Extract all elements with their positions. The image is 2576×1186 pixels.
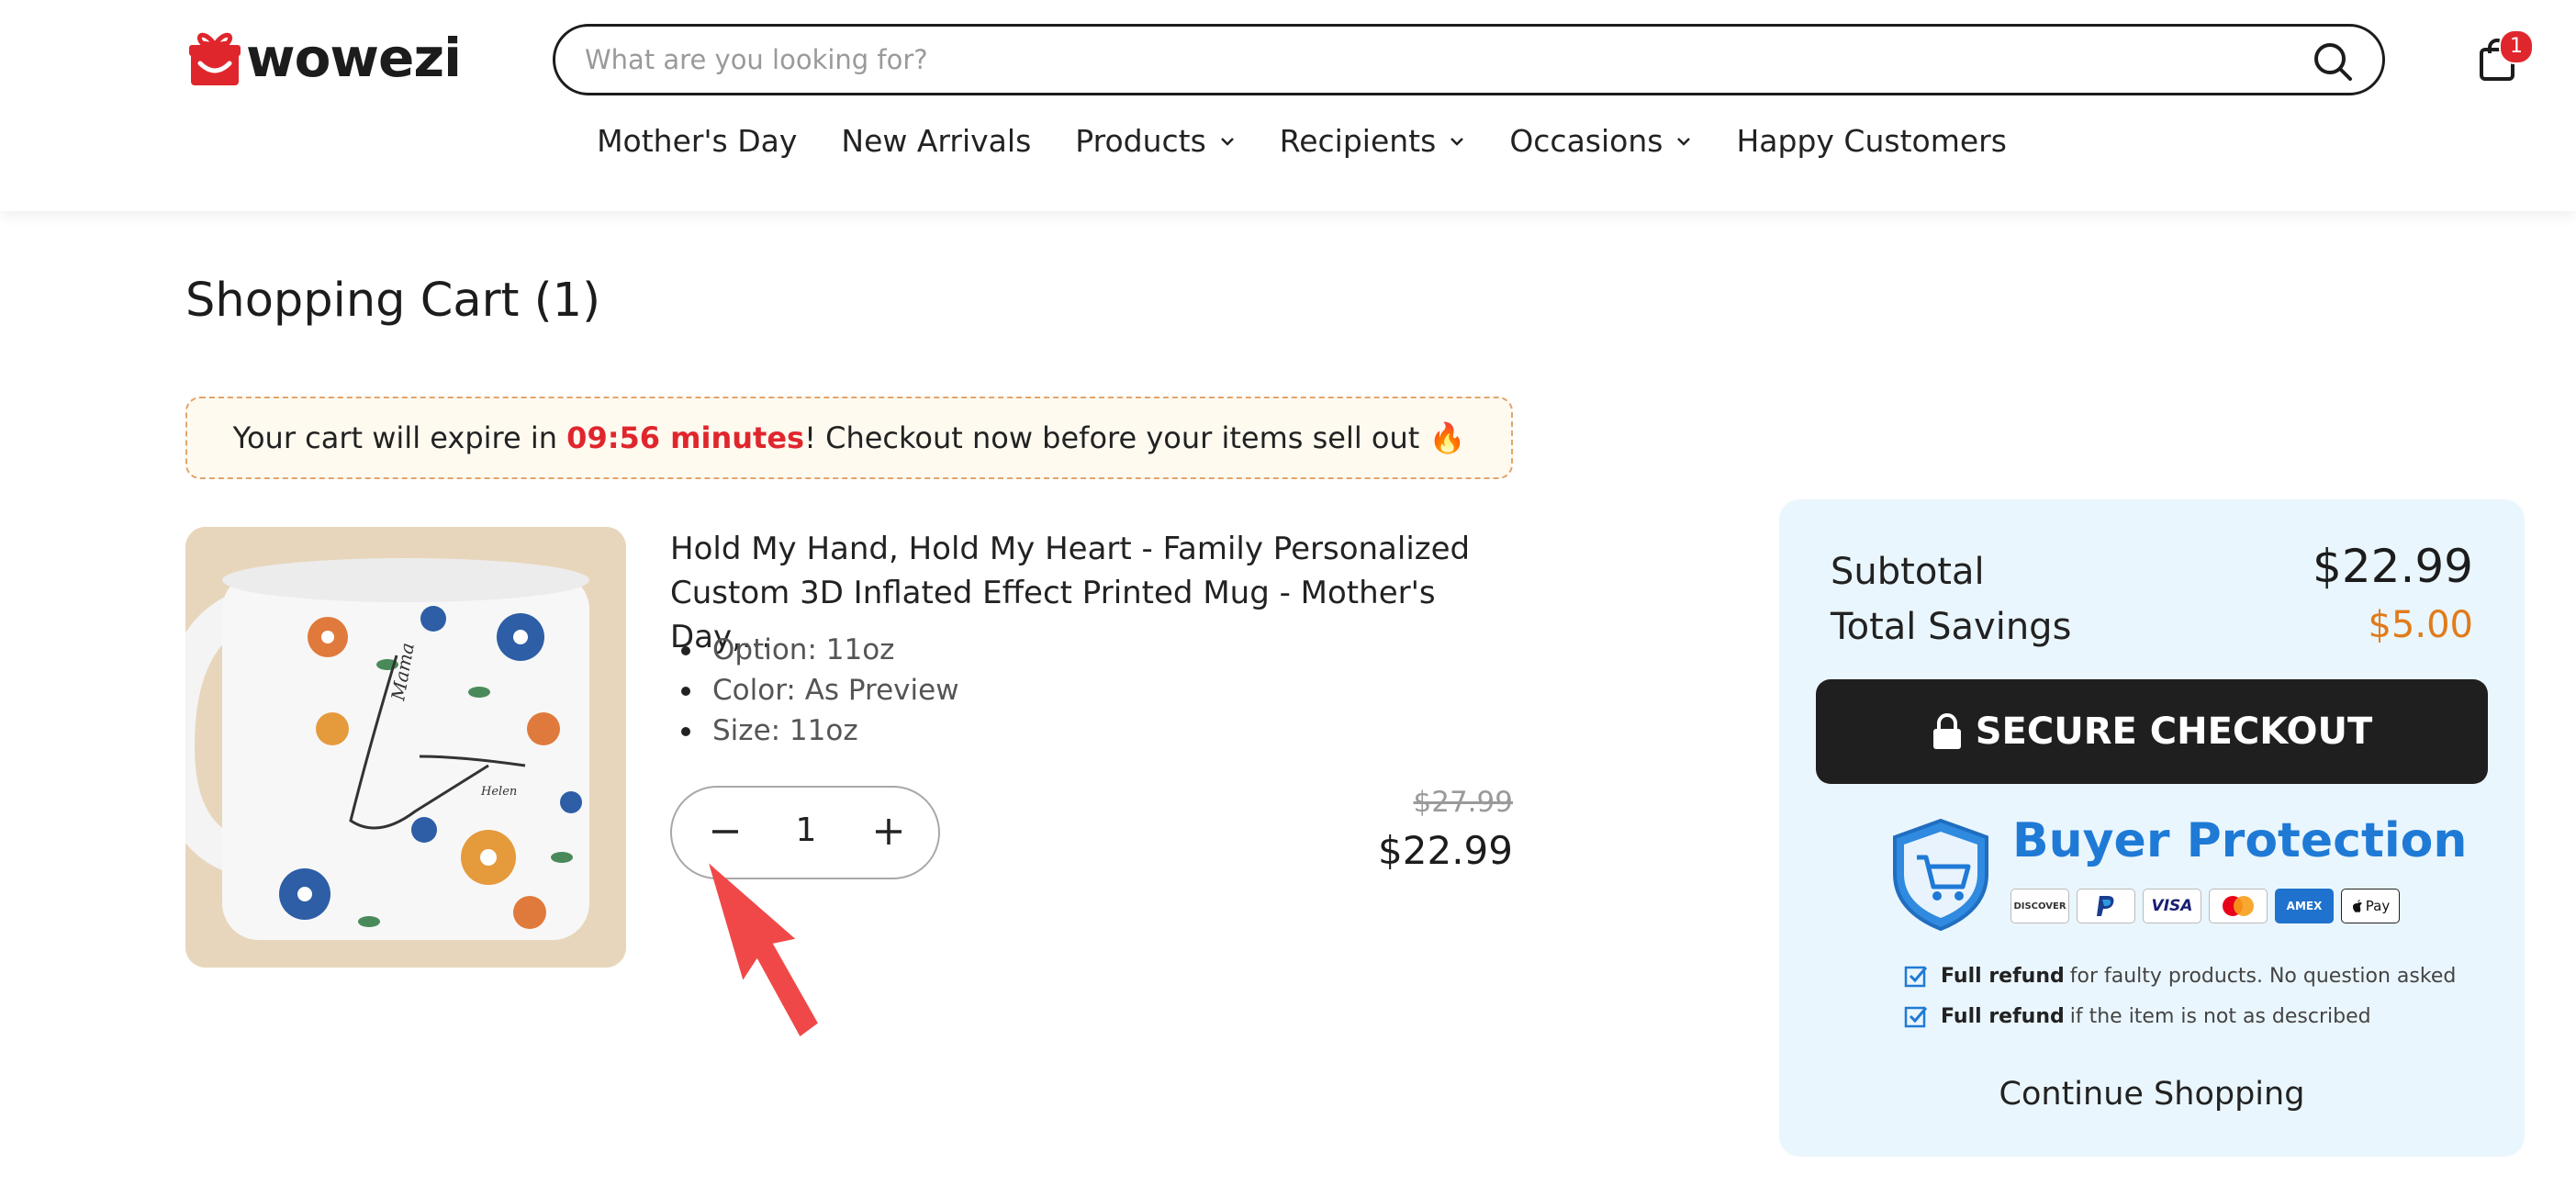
lock-icon (1932, 713, 1961, 749)
nav-item-label: New Arrivals (841, 123, 1032, 159)
payment-methods: DISCOVER VISA AMEX Pay (2010, 889, 2400, 923)
cart-expiry-banner: Your cart will expire in 09:56 minutes! … (185, 397, 1513, 479)
subtotal-label: Subtotal (1831, 551, 1985, 593)
order-summary-panel: Subtotal $22.99 Total Savings $5.00 SECU… (1779, 499, 2525, 1157)
nav-item-label: Recipients (1279, 123, 1437, 159)
timer-prefix: Your cart will expire in (232, 420, 567, 455)
guarantee-text: for faulty products. No question asked (2069, 964, 2457, 988)
gift-logo-icon (189, 32, 241, 85)
main-nav: Mother's Day New Arrivals Products Recip… (0, 123, 2576, 159)
product-image[interactable]: Mama Helen (185, 527, 626, 968)
guarantee-item: Full refund if the item is not as describ… (1904, 1004, 2371, 1028)
amex-card-icon: AMEX (2275, 889, 2334, 923)
product-options-list: Option: 11oz Color: As Preview Size: 11o… (670, 630, 959, 751)
timer-countdown: 09:56 minutes (566, 420, 805, 455)
checkout-label: SECURE CHECKOUT (1975, 710, 2373, 753)
nav-item-label: Happy Customers (1736, 123, 2007, 159)
nav-item-label: Occasions (1509, 123, 1663, 159)
apple-pay-card-icon: Pay (2341, 889, 2400, 923)
search-icon[interactable] (2311, 39, 2355, 84)
visa-card-icon: VISA (2143, 889, 2201, 923)
nav-item-happy-customers[interactable]: Happy Customers (1736, 123, 2006, 159)
search-input[interactable] (583, 43, 2257, 76)
discover-card-icon: DISCOVER (2010, 889, 2069, 923)
chevron-down-icon (1220, 137, 1234, 146)
checkbox-check-icon (1904, 966, 1928, 988)
chevron-down-icon (1450, 137, 1464, 146)
secure-checkout-button[interactable]: SECURE CHECKOUT (1816, 679, 2488, 784)
mug-text-helen: Helen (480, 785, 517, 799)
cart-count-badge: 1 (2499, 29, 2534, 64)
savings-value: $5.00 (2368, 604, 2473, 646)
mug-illustration: Mama Helen (185, 527, 626, 968)
site-header: wowezi 1 Mother's Day New Arrivals Produ… (0, 0, 2576, 211)
sale-price: $22.99 (1378, 828, 1513, 873)
timer-suffix: ! Checkout now before your items sell ou… (804, 420, 1466, 455)
nav-item-new-arrivals[interactable]: New Arrivals (841, 123, 1031, 159)
nav-item-recipients[interactable]: Recipients (1280, 123, 1466, 159)
option-item: Option: 11oz (670, 630, 959, 670)
nav-item-mothers-day[interactable]: Mother's Day (597, 123, 797, 159)
brand-name: wowezi (246, 27, 462, 89)
checkbox-check-icon (1904, 1006, 1928, 1028)
nav-item-label: Mother's Day (597, 123, 798, 159)
increase-quantity-button[interactable] (870, 813, 907, 850)
savings-label: Total Savings (1831, 606, 2072, 648)
nav-item-occasions[interactable]: Occasions (1509, 123, 1692, 159)
guarantee-item: Full refund for faulty products. No quest… (1904, 964, 2456, 988)
option-item: Color: As Preview (670, 670, 959, 710)
search-bar (553, 24, 2385, 95)
guarantee-bold: Full refund (1941, 1004, 2065, 1028)
nav-item-label: Products (1075, 123, 1206, 159)
pointer-arrow-icon (709, 863, 818, 1036)
page-title: Shopping Cart (1) (185, 274, 601, 328)
mastercard-icon (2209, 889, 2268, 923)
continue-shopping-link[interactable]: Continue Shopping (1779, 1076, 2525, 1113)
option-item: Size: 11oz (670, 710, 959, 751)
guarantee-bold: Full refund (1941, 964, 2065, 988)
shield-cart-icon (1893, 818, 1988, 932)
guarantee-text: if the item is not as described (2069, 1004, 2371, 1028)
buyer-protection-title: Buyer Protection (2012, 813, 2468, 868)
nav-item-products[interactable]: Products (1075, 123, 1236, 159)
paypal-card-icon (2077, 889, 2135, 923)
subtotal-value: $22.99 (2313, 540, 2473, 593)
original-price: $27.99 (1413, 786, 1513, 819)
brand-logo[interactable]: wowezi (189, 24, 462, 92)
chevron-down-icon (1677, 137, 1691, 146)
